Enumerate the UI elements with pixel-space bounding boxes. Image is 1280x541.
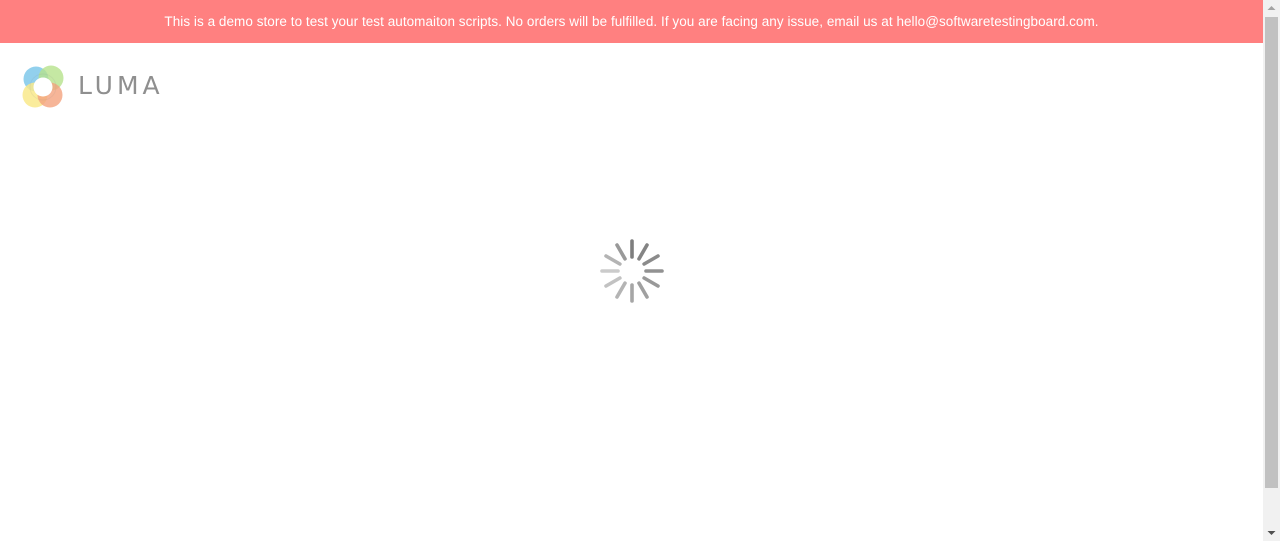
arrow-up-icon	[1267, 6, 1276, 10]
luma-logo-icon	[22, 65, 64, 108]
store-logo-link[interactable]: LUMA	[20, 64, 166, 110]
logo-wordmark: LUMA	[78, 71, 164, 100]
scrollbar-thumb[interactable]	[1265, 17, 1278, 488]
demo-notice-banner: This is a demo store to test your test a…	[0, 0, 1263, 43]
loading-spinner-icon	[600, 239, 664, 303]
demo-notice-text: This is a demo store to test your test a…	[164, 14, 1099, 29]
scroll-down-button[interactable]	[1263, 525, 1280, 541]
arrow-down-icon	[1267, 531, 1276, 535]
vertical-scrollbar[interactable]	[1263, 0, 1280, 541]
page: This is a demo store to test your test a…	[0, 0, 1263, 541]
scroll-up-button[interactable]	[1263, 0, 1280, 16]
